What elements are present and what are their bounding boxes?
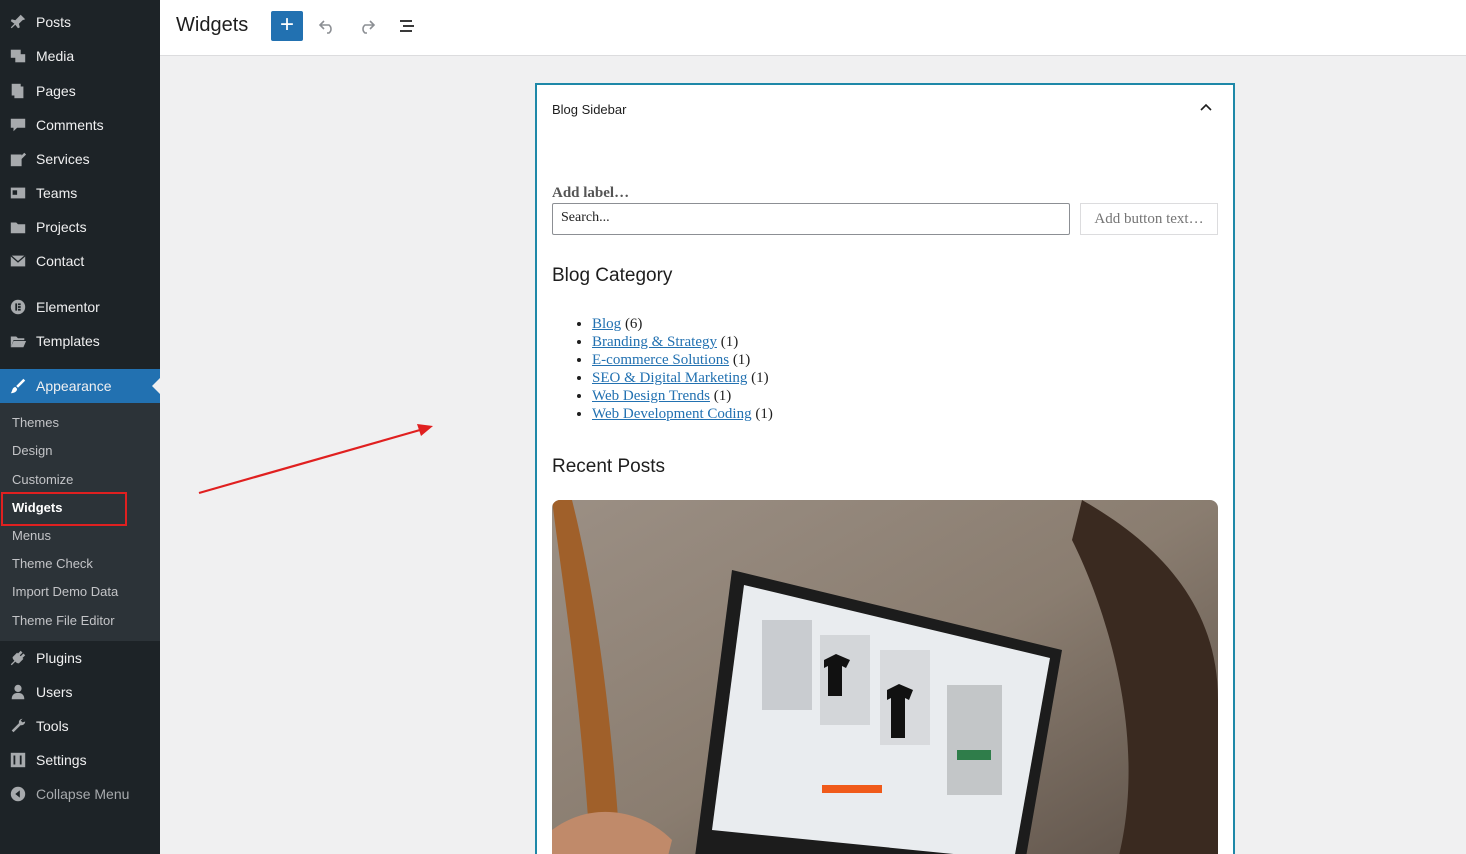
category-link[interactable]: SEO & Digital Marketing (592, 370, 747, 386)
menu-label: Posts (36, 14, 72, 30)
submenu-customize[interactable]: Customize (12, 470, 73, 490)
menu-item-elementor[interactable]: Elementor (0, 290, 160, 324)
menu-item-templates[interactable]: Templates (0, 324, 160, 358)
elementor-icon (0, 298, 36, 316)
collapse-icon (0, 785, 36, 803)
category-link[interactable]: Blog (592, 316, 621, 332)
user-icon (0, 683, 36, 701)
category-count: (1) (713, 388, 732, 404)
list-item: Branding & Strategy (1) (592, 333, 773, 351)
menu-item-appearance[interactable]: Appearance (0, 369, 160, 403)
category-heading: Blog Category (552, 265, 673, 286)
folder-icon (0, 218, 36, 236)
collapse-menu-button[interactable]: Collapse Menu (0, 777, 160, 811)
id-card-icon (0, 184, 36, 202)
menu-label: Templates (36, 333, 100, 349)
menu-item-teams[interactable]: Teams (0, 176, 160, 210)
list-view-icon[interactable] (395, 14, 419, 38)
menu-label: Services (36, 151, 90, 167)
wrench-icon (0, 717, 36, 735)
menu-item-settings[interactable]: Settings (0, 743, 160, 777)
menu-item-contact[interactable]: Contact (0, 244, 160, 278)
menu-label: Collapse Menu (36, 786, 130, 802)
menu-label: Plugins (36, 650, 82, 666)
menu-item-plugins[interactable]: Plugins (0, 641, 160, 675)
category-count: (1) (732, 352, 751, 368)
menu-label: Settings (36, 752, 87, 768)
menu-label: Users (36, 684, 73, 700)
submenu-themes[interactable]: Themes (12, 413, 59, 433)
menu-label: Comments (36, 117, 104, 133)
menu-label: Pages (36, 83, 76, 99)
menu-item-tools[interactable]: Tools (0, 709, 160, 743)
menu-label: Contact (36, 253, 85, 269)
widgets-highlight-box (1, 492, 127, 526)
recent-posts-heading: Recent Posts (552, 456, 665, 477)
list-item: Blog (6) (592, 315, 773, 333)
chevron-up-icon[interactable] (1199, 101, 1213, 115)
folder-open-icon (0, 332, 36, 350)
editor-header: Widgets + (160, 0, 1466, 56)
submenu-design[interactable]: Design (12, 441, 52, 461)
menu-label: Teams (36, 185, 78, 201)
submenu-theme-file-editor[interactable]: Theme File Editor (12, 611, 115, 631)
category-list: Blog (6) Branding & Strategy (1) E-comme… (592, 315, 773, 423)
edit-icon (0, 150, 36, 168)
search-button-text[interactable]: Add button text… (1080, 203, 1218, 235)
settings-icon (0, 751, 36, 769)
category-link[interactable]: E-commerce Solutions (592, 352, 729, 368)
list-item: E-commerce Solutions (1) (592, 351, 773, 369)
search-label-placeholder[interactable]: Add label… (552, 185, 629, 202)
undo-icon[interactable] (315, 14, 339, 38)
menu-label: Elementor (36, 299, 100, 315)
submenu-import-demo-data[interactable]: Import Demo Data (12, 582, 118, 602)
menu-label: Appearance (36, 378, 112, 394)
category-count: (6) (624, 316, 643, 332)
menu-item-posts[interactable]: Posts (0, 5, 160, 39)
page-title: Widgets (176, 14, 249, 36)
category-count: (1) (720, 334, 739, 350)
search-input[interactable]: Search... (552, 203, 1070, 235)
pages-icon (0, 82, 36, 100)
pin-icon (0, 13, 36, 31)
list-item: SEO & Digital Marketing (1) (592, 369, 773, 387)
category-count: (1) (751, 370, 769, 386)
menu-item-comments[interactable]: Comments (0, 108, 160, 142)
add-block-button[interactable]: + (271, 11, 303, 41)
media-icon (0, 47, 36, 65)
menu-item-pages[interactable]: Pages (0, 74, 160, 108)
admin-sidebar: Posts Media Pages Comments Services Team… (0, 0, 160, 854)
annotation-arrow (198, 424, 433, 495)
widget-area-title: Blog Sidebar (552, 102, 627, 117)
menu-item-users[interactable]: Users (0, 675, 160, 709)
menu-item-media[interactable]: Media (0, 39, 160, 73)
brush-icon (0, 377, 36, 395)
menu-item-projects[interactable]: Projects (0, 210, 160, 244)
menu-item-services[interactable]: Services (0, 142, 160, 176)
category-link[interactable]: Web Development Coding (592, 406, 752, 422)
list-item: Web Development Coding (1) (592, 405, 773, 423)
category-link[interactable]: Branding & Strategy (592, 334, 717, 350)
redo-icon[interactable] (355, 14, 379, 38)
submenu-theme-check[interactable]: Theme Check (12, 554, 93, 574)
category-count: (1) (755, 406, 773, 422)
plugin-icon (0, 649, 36, 667)
blog-sidebar-widget-area: Blog Sidebar Add label… Search... Add bu… (535, 83, 1235, 854)
recent-post-image[interactable] (552, 500, 1218, 854)
list-item: Web Design Trends (1) (592, 387, 773, 405)
comments-icon (0, 116, 36, 134)
submenu-menus[interactable]: Menus (12, 526, 51, 546)
category-link[interactable]: Web Design Trends (592, 388, 710, 404)
email-icon (0, 252, 36, 270)
menu-label: Tools (36, 718, 69, 734)
menu-label: Media (36, 48, 75, 64)
menu-label: Projects (36, 219, 87, 235)
